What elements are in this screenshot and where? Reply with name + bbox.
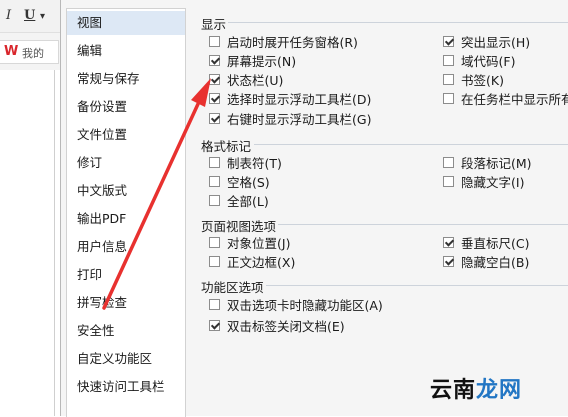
watermark: 云南龙网 [430, 372, 522, 404]
watermark-text-1: 云南 [430, 378, 477, 403]
watermark-text-2: 龙网 [476, 378, 523, 403]
annotation-arrow-icon [102, 78, 211, 310]
